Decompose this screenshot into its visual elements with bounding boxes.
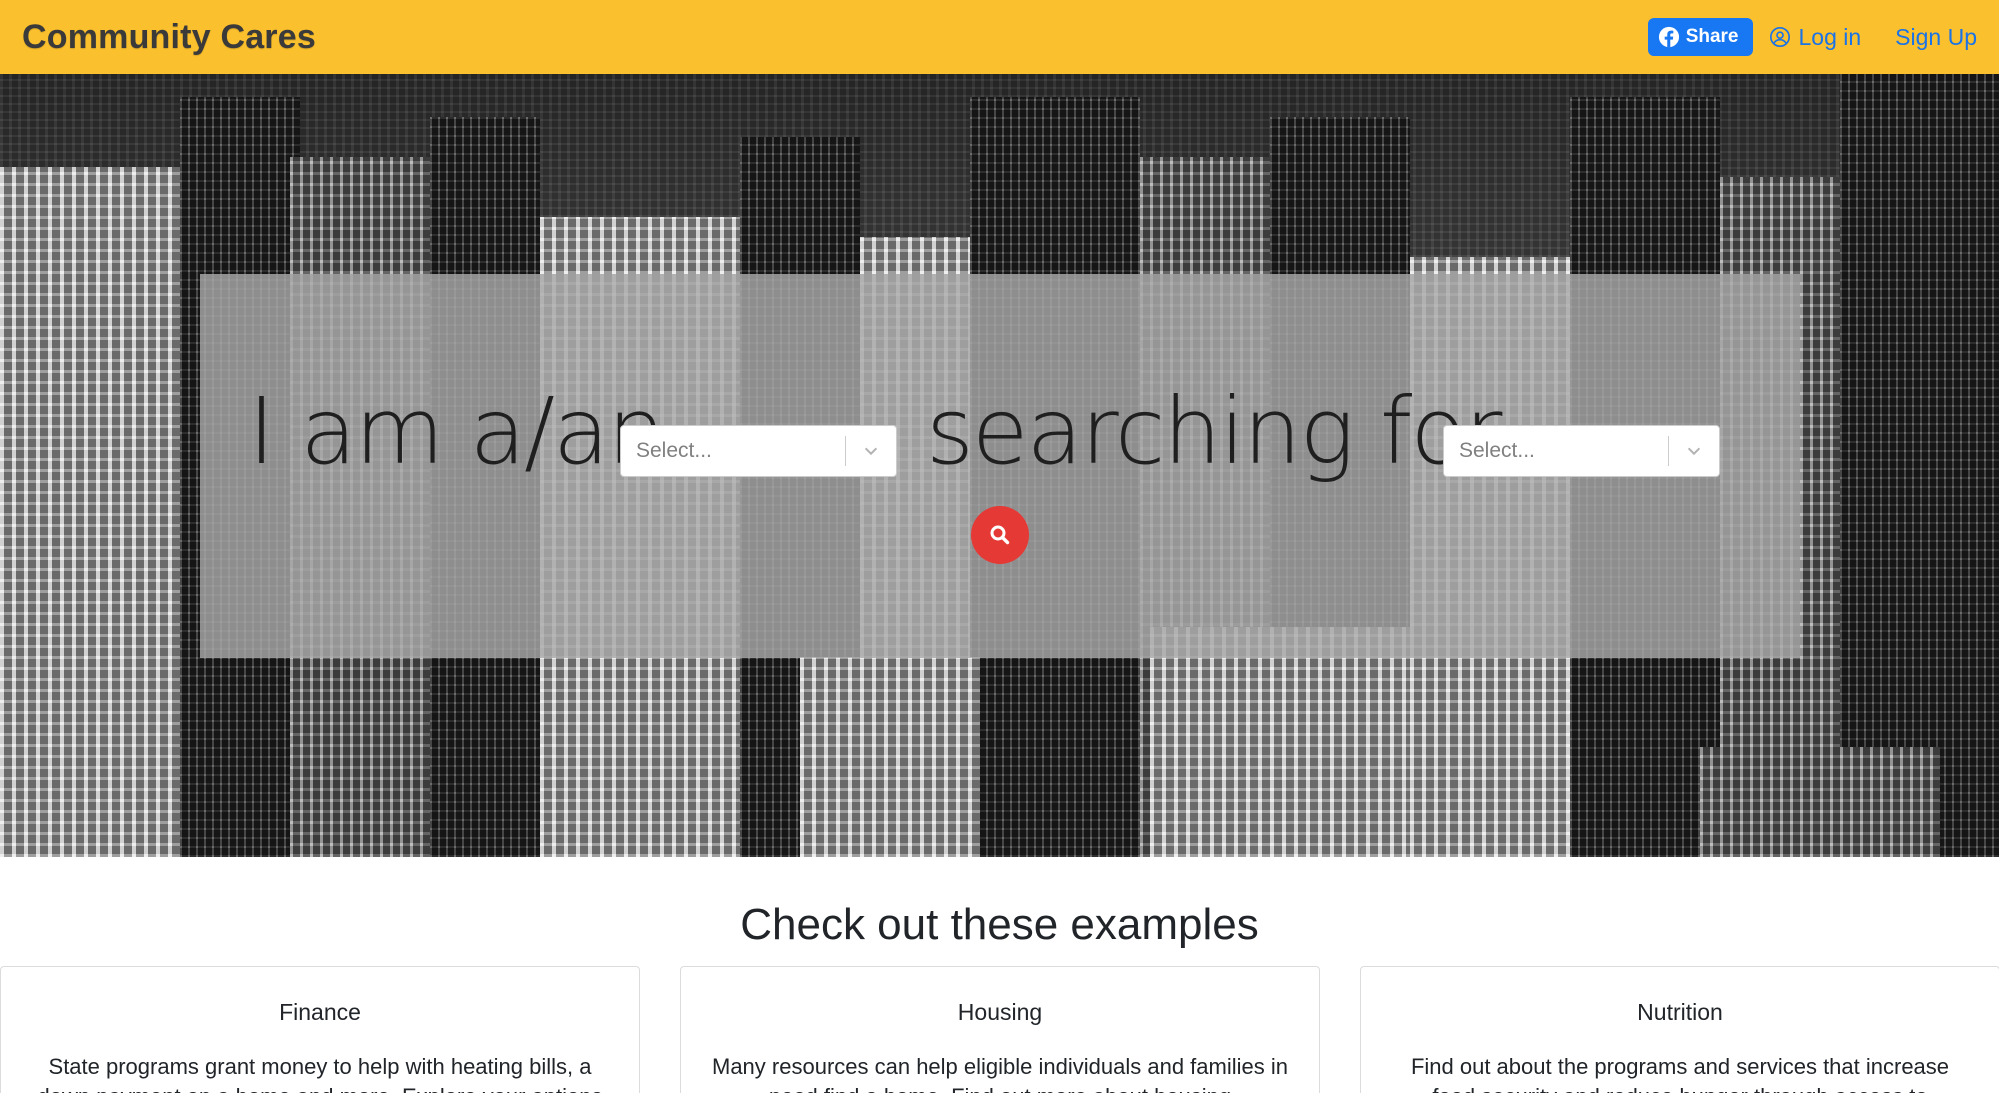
lead-text-i-am: I am a/an	[248, 378, 666, 485]
hero-city-background: I am a/an Select... searching for Select…	[0, 74, 1999, 857]
card-title: Finance	[279, 999, 361, 1025]
search-panel: I am a/an Select... searching for Select…	[200, 274, 1800, 658]
signup-label: Sign Up	[1895, 23, 1977, 50]
nav-actions: Share Log in Sign Up	[1647, 18, 1977, 56]
card-text: Many resources can help eligible individ…	[712, 1054, 1288, 1093]
top-navbar: Community Cares Share Log in Sign Up	[0, 0, 1999, 74]
chevron-down-icon[interactable]	[1669, 442, 1719, 460]
chevron-down-icon[interactable]	[846, 442, 896, 460]
service-select[interactable]: Select...	[1443, 425, 1720, 477]
building	[0, 167, 190, 857]
building	[1700, 747, 1940, 857]
card-title: Nutrition	[1637, 999, 1723, 1025]
signup-link[interactable]: Sign Up	[1895, 24, 1977, 51]
card-title: Housing	[957, 999, 1043, 1025]
lead-text-searching-for: searching for	[926, 378, 1502, 485]
share-label: Share	[1685, 26, 1739, 47]
login-link[interactable]: Log in	[1769, 23, 1862, 51]
card-text: State programs grant money to help with …	[38, 1054, 603, 1093]
building	[800, 657, 980, 857]
facebook-share-button[interactable]: Share	[1647, 18, 1753, 56]
building	[1150, 627, 1410, 857]
brand-logo-text[interactable]: Community Cares	[22, 18, 316, 57]
role-select-placeholder: Select...	[636, 439, 712, 462]
search-button[interactable]	[971, 506, 1029, 564]
examples-heading: Check out these examples	[740, 900, 1259, 949]
building	[1840, 74, 1999, 857]
search-icon	[990, 525, 1010, 545]
role-select[interactable]: Select...	[620, 425, 897, 477]
facebook-icon	[1658, 26, 1679, 48]
login-label: Log in	[1798, 23, 1862, 50]
example-card-housing[interactable]: Housing Many resources can help eligible…	[680, 966, 1320, 1093]
example-card-finance[interactable]: Finance State programs grant money to he…	[0, 966, 640, 1093]
service-select-placeholder: Select...	[1459, 439, 1535, 462]
example-card-nutrition[interactable]: Nutrition Find out about the programs an…	[1360, 966, 1999, 1093]
card-text: Find out about the programs and services…	[1410, 1054, 1950, 1093]
user-circle-icon	[1769, 27, 1790, 47]
